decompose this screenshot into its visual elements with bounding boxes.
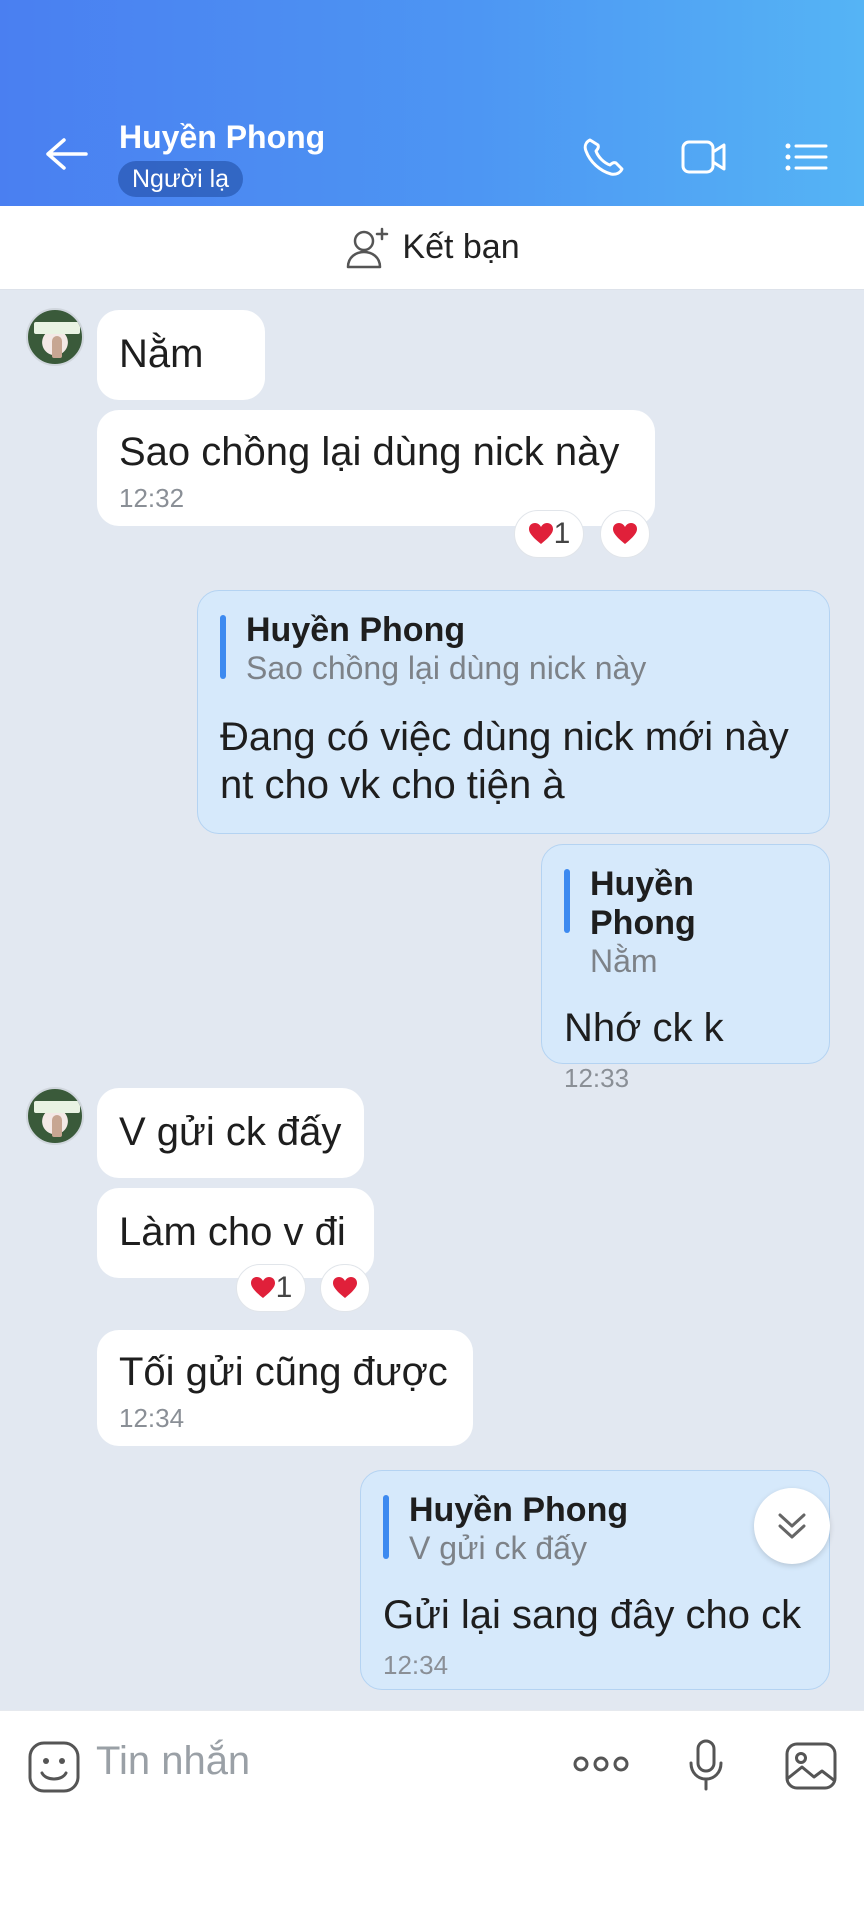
image-icon[interactable] xyxy=(784,1741,838,1791)
reaction-count[interactable]: 1 xyxy=(514,510,584,558)
menu-list-icon[interactable] xyxy=(782,136,830,178)
double-chevron-down-icon xyxy=(778,1513,806,1539)
message-list[interactable]: Nằm Sao chồng lại dùng nick này 12:32 1 … xyxy=(0,290,864,1710)
react-button[interactable] xyxy=(320,1264,370,1312)
message-text: Nhớ ck k xyxy=(564,1006,724,1050)
phone-icon[interactable] xyxy=(580,136,628,178)
message-bubble[interactable]: Làm cho v đi xyxy=(97,1188,374,1278)
message-bubble[interactable]: Nằm xyxy=(97,310,265,400)
contact-avatar[interactable] xyxy=(26,308,84,366)
heart-icon xyxy=(333,1277,357,1298)
message-text: nt cho vk cho tiện à xyxy=(220,763,565,807)
quote-name: Huyền Phong xyxy=(590,865,696,942)
heart-icon xyxy=(250,1277,275,1298)
quote-text: Sao chồng lại dùng nick này xyxy=(246,650,647,686)
message-bubble[interactable]: Huyền Phong V gửi ck đấy Gửi lại sang đâ… xyxy=(360,1470,830,1690)
message-bubble[interactable]: Tối gửi cũng được 12:34 xyxy=(97,1330,473,1446)
reaction-count[interactable]: 1 xyxy=(236,1264,306,1312)
heart-icon xyxy=(528,523,553,544)
quoted-message[interactable]: Huyền Phong V gửi ck đấy xyxy=(383,1491,807,1567)
message-time: 12:34 xyxy=(383,1650,449,1680)
emoji-icon[interactable] xyxy=(26,1739,82,1795)
add-friend-bar[interactable]: Kết bạn xyxy=(0,206,864,290)
reaction-number: 1 xyxy=(275,1271,293,1304)
video-call-icon[interactable] xyxy=(680,136,728,178)
message-text: Gửi lại sang đây cho ck xyxy=(383,1593,802,1637)
quote-name: Huyền Phong xyxy=(246,611,466,649)
message-bubble[interactable]: V gửi ck đấy xyxy=(97,1088,364,1178)
quote-name: Huyền Phong xyxy=(409,1491,629,1529)
contact-avatar[interactable] xyxy=(26,1087,84,1145)
message-time: 12:34 xyxy=(119,1403,185,1433)
back-arrow-icon[interactable] xyxy=(44,136,88,172)
message-text: Làm cho v đi xyxy=(119,1210,346,1254)
quote-text: Nằm xyxy=(590,943,658,979)
message-bubble[interactable]: Huyền Phong Nằm Nhớ ck k 12:33 xyxy=(541,844,830,1093)
quoted-message[interactable]: Huyền Phong Sao chồng lại dùng nick này xyxy=(220,611,807,687)
quote-text: V gửi ck đấy xyxy=(409,1530,587,1566)
heart-icon xyxy=(613,523,637,544)
message-text: Sao chồng lại dùng nick này xyxy=(119,430,620,474)
reaction-number: 1 xyxy=(553,517,571,550)
quoted-message[interactable]: Huyền Phong Nằm xyxy=(564,865,807,980)
contact-name[interactable]: Huyền Phong xyxy=(119,119,325,156)
microphone-icon[interactable] xyxy=(686,1737,726,1793)
bottom-area xyxy=(0,1820,864,1920)
react-button[interactable] xyxy=(600,510,650,558)
message-input[interactable]: Tin nhắn xyxy=(96,1739,250,1784)
add-friend-icon xyxy=(347,227,389,268)
add-friend-label: Kết bạn xyxy=(402,228,520,266)
message-text: Tối gửi cũng được xyxy=(119,1350,448,1394)
message-bubble[interactable]: Sao chồng lại dùng nick này 12:32 xyxy=(97,410,655,526)
message-bubble[interactable]: Huyền Phong Sao chồng lại dùng nick này … xyxy=(197,590,830,834)
message-input-bar: Tin nhắn xyxy=(0,1710,864,1820)
message-text: Nằm xyxy=(119,332,204,376)
message-text: Đang có việc dùng nick mới này xyxy=(220,715,789,759)
more-icon[interactable] xyxy=(572,1751,630,1777)
message-text: V gửi ck đấy xyxy=(119,1110,342,1154)
message-time: 12:33 xyxy=(564,1063,630,1093)
chat-header: Huyền Phong Người lạ xyxy=(0,0,864,206)
stranger-badge: Người lạ xyxy=(118,161,244,197)
scroll-to-bottom-button[interactable] xyxy=(754,1488,830,1564)
